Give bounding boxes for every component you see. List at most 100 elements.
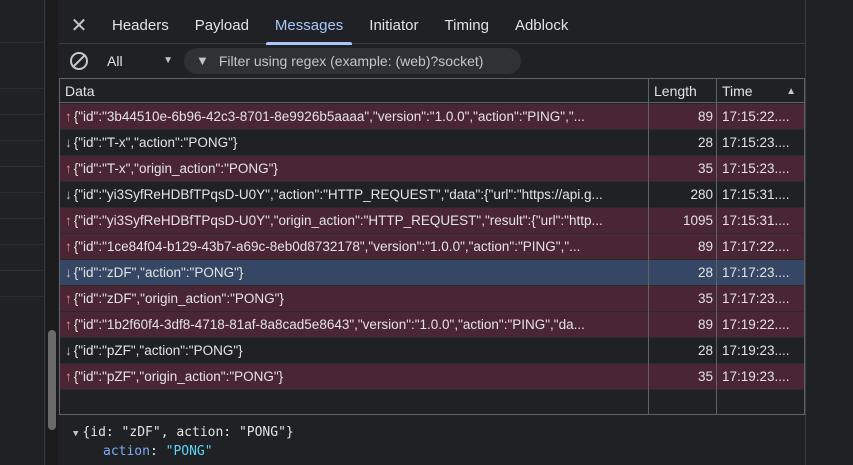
tab-adblock[interactable]: Adblock: [502, 8, 581, 44]
message-length-cell: 28: [697, 265, 713, 280]
column-divider[interactable]: [648, 79, 649, 414]
message-time-cell: 17:17:23....: [722, 265, 790, 280]
message-length-cell: 89: [697, 109, 713, 124]
column-header-time-label: Time: [722, 83, 753, 99]
arrow-up-icon: ↑: [65, 291, 72, 306]
message-length-cell: 28: [697, 343, 713, 358]
table-row[interactable]: ↑ {"id":"T-x","origin_action":"PONG"} 35 17…: [60, 156, 804, 182]
message-data-text: {"id":"T-x","origin_action":"PONG"}: [73, 161, 278, 176]
column-divider[interactable]: [716, 79, 717, 414]
message-data-cell: ↓ {"id":"pZF","action":"PONG"}: [60, 343, 649, 358]
message-detail: ▼ {id: "zDF", action: "PONG"} action: "PO…: [59, 417, 805, 465]
message-data-cell: ↑ {"id":"pZF","origin_action":"PONG"}: [60, 369, 649, 384]
chevron-down-icon: ▼: [163, 55, 173, 66]
message-length-cell: 89: [697, 239, 713, 254]
filter-placeholder: Filter using regex (example: (web)?socke…: [218, 52, 484, 69]
message-data-text: {"id":"zDF","action":"PONG"}: [73, 265, 244, 280]
expand-triangle-icon[interactable]: ▼: [73, 429, 78, 439]
message-time-cell: 17:15:23....: [722, 161, 790, 176]
message-data-text: {"id":"pZF","origin_action":"PONG"}: [73, 369, 284, 384]
message-data-cell: ↓ {"id":"T-x","action":"PONG"}: [60, 135, 649, 150]
column-header-time[interactable]: Time ▲: [717, 79, 804, 103]
message-length-cell: 280: [690, 187, 713, 202]
message-length-cell: 28: [697, 135, 713, 150]
detail-value: "PONG": [165, 444, 213, 459]
tab-messages[interactable]: Messages: [262, 8, 356, 45]
right-gutter: [805, 0, 853, 465]
messages-panel: ✕ Headers Payload Messages Initiator Tim…: [59, 0, 805, 465]
divider: [0, 244, 45, 245]
table-row[interactable]: ↑ {"id":"3b44510e-6b96-42c3-8701-8e9926b5…: [60, 104, 804, 130]
divider: [0, 42, 45, 43]
sort-ascending-icon: ▲: [786, 85, 796, 97]
message-time-cell: 17:17:22....: [722, 239, 790, 254]
table-row[interactable]: ↓ {"id":"T-x","action":"PONG"} 28 17:15:23.…: [60, 130, 804, 156]
block-icon[interactable]: [59, 51, 99, 70]
table-row[interactable]: ↑ {"id":"pZF","origin_action":"PONG"} 35 17…: [60, 364, 804, 390]
column-header-data[interactable]: Data: [60, 79, 649, 103]
divider: [0, 192, 45, 193]
table-row[interactable]: ↑ {"id":"1ce84f04-b129-43b7-a69c-8eb0d873…: [60, 234, 804, 260]
message-data-text: {"id":"1ce84f04-b129-43b7-a69c-8eb0d8732…: [73, 239, 581, 254]
table-row[interactable]: ↑ {"id":"zDF","origin_action":"PONG"} 35 17…: [60, 286, 804, 312]
message-data-text: {"id":"3b44510e-6b96-42c3-8701-8e9926b5a…: [73, 109, 585, 124]
table-row[interactable]: ↑ {"id":"yi3SyfReHDBfTPqsD-U0Y","origin_a…: [60, 208, 804, 234]
arrow-down-icon: ↓: [65, 265, 72, 280]
message-time-cell: 17:15:22....: [722, 109, 790, 124]
divider: [0, 296, 45, 297]
detail-summary: {id: "zDF", action: "PONG"}: [82, 425, 294, 440]
message-data-text: {"id":"yi3SyfReHDBfTPqsD-U0Y","origin_ac…: [73, 213, 603, 228]
arrow-up-icon: ↑: [65, 109, 72, 124]
divider: [0, 218, 45, 219]
message-type-value: All: [107, 52, 123, 69]
left-scrollbar[interactable]: [46, 0, 58, 465]
tab-headers[interactable]: Headers: [99, 8, 182, 44]
tab-timing[interactable]: Timing: [432, 8, 502, 44]
arrow-up-icon: ↑: [65, 161, 72, 176]
divider: [0, 270, 45, 271]
message-data-text: {"id":"yi3SyfReHDBfTPqsD-U0Y","action":"…: [73, 187, 603, 202]
message-data-cell: ↑ {"id":"3b44510e-6b96-42c3-8701-8e9926b5…: [60, 109, 649, 124]
message-time-cell: 17:15:31....: [722, 187, 790, 202]
messages-toolbar: All ▼ ▼ Filter using regex (example: (we…: [59, 45, 805, 76]
table-row[interactable]: ↓ {"id":"pZF","action":"PONG"} 28 17:19:23.…: [60, 338, 804, 364]
scrollbar-thumb[interactable]: [48, 330, 56, 430]
message-data-text: {"id":"T-x","action":"PONG"}: [73, 135, 238, 150]
divider: [0, 114, 45, 115]
messages-table: Data Length Time ▲ ↑ {"id":"3b44510e-6b96…: [59, 78, 805, 415]
message-data-text: {"id":"pZF","action":"PONG"}: [73, 343, 243, 358]
table-body: ↑ {"id":"3b44510e-6b96-42c3-8701-8e9926b5…: [60, 104, 804, 390]
message-time-cell: 17:17:23....: [722, 291, 790, 306]
table-row[interactable]: ↓ {"id":"yi3SyfReHDBfTPqsD-U0Y","action":…: [60, 182, 804, 208]
arrow-down-icon: ↓: [65, 135, 72, 150]
message-data-text: {"id":"1b2f60f4-3df8-4718-81af-8a8cad5e8…: [73, 317, 585, 332]
tab-payload[interactable]: Payload: [182, 8, 262, 44]
message-data-cell: ↑ {"id":"1ce84f04-b129-43b7-a69c-8eb0d873…: [60, 239, 649, 254]
close-icon[interactable]: ✕: [59, 8, 99, 44]
message-time-cell: 17:19:23....: [722, 369, 790, 384]
detail-summary-row[interactable]: ▼ {id: "zDF", action: "PONG"}: [73, 425, 805, 440]
column-header-length[interactable]: Length: [649, 79, 717, 103]
message-data-cell: ↓ {"id":"yi3SyfReHDBfTPqsD-U0Y","action":…: [60, 187, 649, 202]
message-time-cell: 17:19:22....: [722, 317, 790, 332]
arrow-up-icon: ↑: [65, 213, 72, 228]
table-row[interactable]: ↓ {"id":"zDF","action":"PONG"} 28 17:17:23.…: [60, 260, 804, 286]
table-row[interactable]: ↑ {"id":"1b2f60f4-3df8-4718-81af-8a8cad5e…: [60, 312, 804, 338]
message-length-cell: 35: [697, 161, 713, 176]
table-header: Data Length Time ▲: [60, 79, 804, 103]
message-length-cell: 1095: [682, 213, 713, 228]
arrow-up-icon: ↑: [65, 317, 72, 332]
message-type-select[interactable]: All ▼: [99, 49, 179, 73]
tab-initiator[interactable]: Initiator: [356, 8, 431, 44]
message-length-cell: 35: [697, 291, 713, 306]
message-data-cell: ↑ {"id":"zDF","origin_action":"PONG"}: [60, 291, 649, 306]
detail-separator: :: [149, 444, 166, 459]
arrow-up-icon: ↑: [65, 369, 72, 384]
message-time-cell: 17:15:23....: [722, 135, 790, 150]
message-length-cell: 35: [697, 369, 713, 384]
filter-input[interactable]: ▼ Filter using regex (example: (web)?soc…: [184, 47, 521, 74]
message-data-text: {"id":"zDF","origin_action":"PONG"}: [73, 291, 284, 306]
divider: [0, 166, 45, 167]
detail-key: action: [103, 444, 150, 459]
message-data-cell: ↑ {"id":"1b2f60f4-3df8-4718-81af-8a8cad5e…: [60, 317, 649, 332]
